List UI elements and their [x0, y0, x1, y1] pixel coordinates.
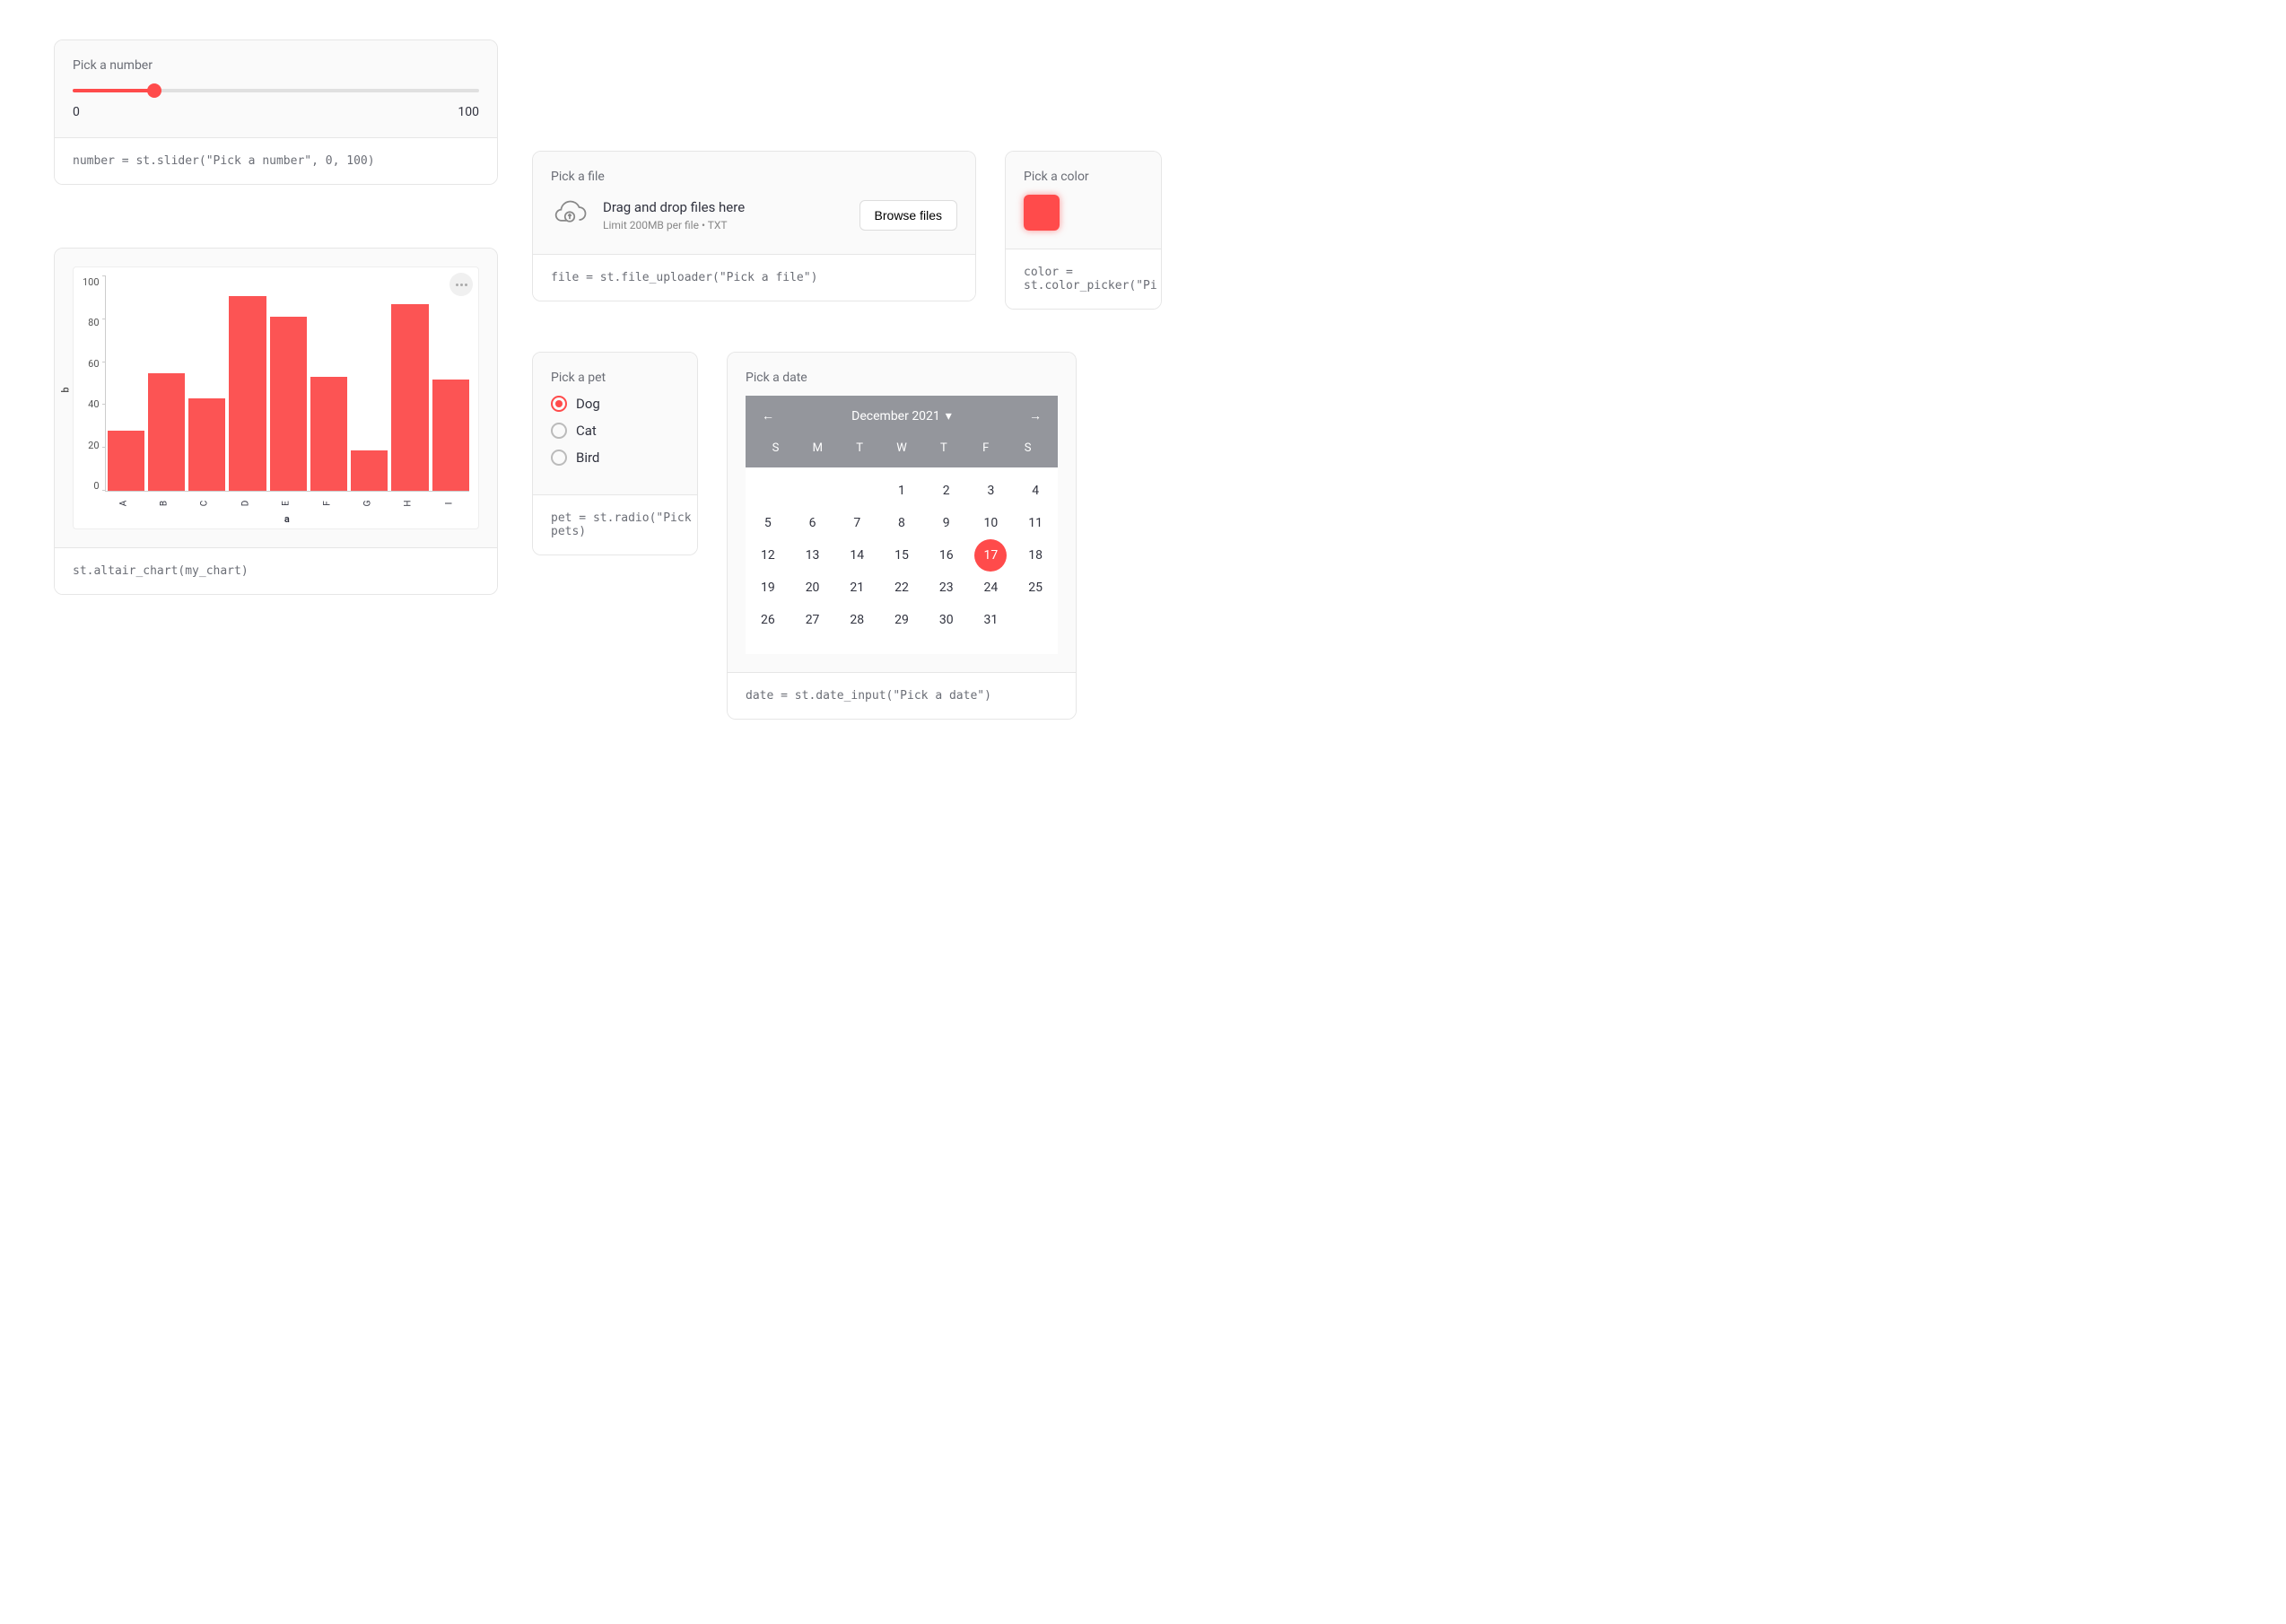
calendar-day[interactable]: 13 [790, 539, 835, 572]
calendar-day[interactable]: 5 [746, 507, 790, 539]
calendar-day[interactable]: 8 [879, 507, 924, 539]
calendar-day[interactable]: 17 [974, 539, 1007, 572]
calendar-day[interactable]: 14 [834, 539, 879, 572]
x-tick: I [444, 485, 457, 521]
browse-files-button[interactable]: Browse files [859, 200, 957, 231]
calendar-day[interactable]: 19 [746, 572, 790, 604]
calendar-dow: S [1007, 436, 1049, 460]
calendar-day[interactable]: 1 [879, 475, 924, 507]
altair-chart: b 100806040200 ABCDEFGHI a [73, 266, 479, 529]
x-tick: A [118, 485, 131, 521]
calendar-day[interactable]: 6 [790, 507, 835, 539]
calendar-dow: T [922, 436, 964, 460]
calendar-dow: T [839, 436, 881, 460]
uploader-sub: Limit 200MB per file • TXT [603, 219, 845, 231]
slider-track[interactable] [73, 89, 479, 92]
calendar-day[interactable]: 9 [924, 507, 969, 539]
calendar-day[interactable]: 4 [1013, 475, 1058, 507]
radio-code: pet = st.radio("Pick a pe pets) [533, 494, 697, 554]
y-tick: 0 [93, 480, 99, 492]
calendar-day[interactable]: 31 [969, 604, 1014, 636]
chevron-down-icon[interactable]: ▾ [946, 409, 952, 423]
radio-option-label: Bird [576, 450, 599, 466]
calendar-dow: W [881, 436, 923, 460]
x-tick: D [240, 485, 253, 521]
x-tick: C [200, 485, 213, 521]
y-axis-label: b [60, 387, 72, 392]
cloud-upload-icon [551, 195, 589, 236]
calendar-day[interactable]: 16 [924, 539, 969, 572]
calendar-day[interactable]: 21 [834, 572, 879, 604]
calendar-day[interactable]: 12 [746, 539, 790, 572]
calendar-day[interactable]: 27 [790, 604, 835, 636]
color-label: Pick a color [1024, 170, 1143, 184]
bar [391, 304, 428, 491]
y-tick: 100 [83, 276, 100, 288]
calendar-day[interactable]: 23 [924, 572, 969, 604]
calendar-day[interactable]: 28 [834, 604, 879, 636]
date-code: date = st.date_input("Pick a date") [728, 672, 1076, 719]
calendar-day[interactable]: 2 [924, 475, 969, 507]
date-label: Pick a date [746, 371, 1058, 385]
bar [270, 317, 307, 491]
radio-option-label: Dog [576, 396, 600, 412]
y-tick: 40 [88, 398, 99, 410]
radio-option[interactable]: Cat [551, 423, 679, 439]
calendar-dow: M [797, 436, 839, 460]
slider-max: 100 [458, 105, 479, 119]
y-tick: 60 [88, 358, 99, 370]
calendar-day[interactable]: 11 [1013, 507, 1058, 539]
calendar-next-button[interactable]: → [1029, 408, 1042, 423]
calendar-day[interactable]: 24 [969, 572, 1014, 604]
bar [188, 398, 225, 491]
calendar-day[interactable]: 7 [834, 507, 879, 539]
radio-option-label: Cat [576, 423, 597, 439]
slider-code: number = st.slider("Pick a number", 0, 1… [55, 137, 497, 184]
calendar-day[interactable]: 10 [969, 507, 1014, 539]
radio-label: Pick a pet [551, 371, 679, 385]
x-tick: G [363, 485, 376, 521]
uploader-label: Pick a file [551, 170, 957, 184]
bar [310, 377, 347, 491]
slider-thumb[interactable] [147, 83, 161, 98]
calendar-day[interactable]: 18 [1013, 539, 1058, 572]
uploader-code: file = st.file_uploader("Pick a file") [533, 254, 975, 301]
calendar-day[interactable]: 25 [1013, 572, 1058, 604]
x-tick: F [322, 485, 335, 521]
x-tick: B [160, 485, 172, 521]
radio-option[interactable]: Bird [551, 450, 679, 466]
calendar-day[interactable]: 3 [969, 475, 1014, 507]
color-code: color = st.color_picker("Pi [1006, 249, 1161, 309]
radio-circle-icon [551, 450, 567, 466]
bar [148, 373, 185, 491]
radio-option[interactable]: Dog [551, 396, 679, 412]
slider-min: 0 [73, 105, 80, 119]
y-tick: 80 [88, 317, 99, 328]
chart-code: st.altair_chart(my_chart) [55, 547, 497, 594]
calendar-day[interactable]: 29 [879, 604, 924, 636]
calendar-dow: S [755, 436, 797, 460]
calendar-day[interactable]: 20 [790, 572, 835, 604]
calendar-prev-button[interactable]: ← [762, 408, 774, 423]
calendar-dow: F [964, 436, 1007, 460]
calendar-month-title[interactable]: December 2021 [851, 409, 940, 423]
x-tick: H [404, 485, 416, 521]
calendar-day[interactable]: 26 [746, 604, 790, 636]
slider-label: Pick a number [73, 58, 479, 73]
color-swatch[interactable] [1024, 195, 1060, 231]
uploader-title: Drag and drop files here [603, 199, 845, 215]
x-tick: E [282, 485, 294, 521]
calendar-day[interactable]: 30 [924, 604, 969, 636]
bar [229, 296, 266, 491]
calendar-day[interactable]: 22 [879, 572, 924, 604]
calendar-day[interactable]: 15 [879, 539, 924, 572]
bar [108, 431, 144, 491]
y-tick: 20 [88, 440, 99, 451]
radio-circle-icon [551, 396, 567, 412]
radio-circle-icon [551, 423, 567, 439]
bar [432, 380, 469, 491]
calendar: ← December 2021 ▾ → SMTWTFS ...123456789… [746, 396, 1058, 654]
